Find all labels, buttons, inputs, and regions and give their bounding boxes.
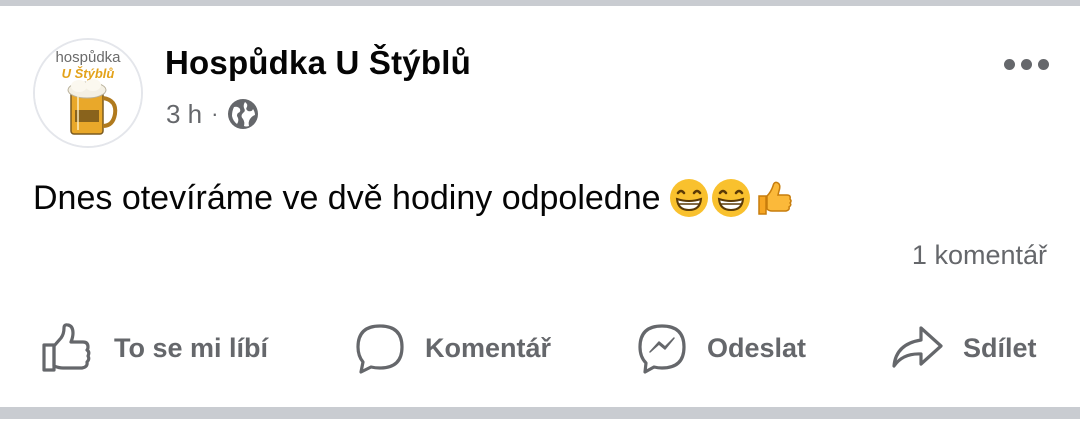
thumbs-up-emoji-icon xyxy=(757,181,792,215)
more-dot-icon xyxy=(1003,58,1015,70)
globe-icon[interactable] xyxy=(227,98,259,130)
post-author-name[interactable]: Hospůdka U Štýblů xyxy=(165,44,471,82)
speech-bubble-icon xyxy=(356,324,404,374)
more-dot-icon xyxy=(1037,58,1049,70)
avatar-logo-line2: U Štýblů xyxy=(62,66,115,81)
comment-button[interactable]: Komentář xyxy=(353,318,551,378)
more-options-button[interactable] xyxy=(996,44,1056,84)
post-body: Dnes otevíráme ve dvě hodiny odpoledne xyxy=(33,178,793,218)
share-button[interactable]: Sdílet xyxy=(889,318,1037,378)
post-meta: 3 h · xyxy=(166,97,259,131)
grinning-face-emoji-icon xyxy=(669,179,708,217)
page-avatar[interactable]: hospůdka U Štýblů xyxy=(33,38,143,148)
post-text: Dnes otevíráme ve dvě hodiny odpoledne xyxy=(33,178,661,217)
grinning-face-emoji-icon xyxy=(711,179,750,217)
meta-separator: · xyxy=(211,101,219,126)
like-button[interactable]: To se mi líbí xyxy=(40,318,268,378)
comment-label: Komentář xyxy=(425,332,552,363)
avatar-logo-line1: hospůdka xyxy=(55,49,121,66)
send-label: Odeslat xyxy=(707,332,807,363)
post-actions-bar: To se mi líbí Komentář Odeslat Sdílet xyxy=(0,318,1080,378)
post-timestamp[interactable]: 3 h xyxy=(166,99,202,130)
comments-count-link[interactable]: 1 komentář xyxy=(912,240,1047,271)
share-arrow-icon xyxy=(892,326,943,368)
thumbs-up-icon xyxy=(42,323,91,372)
send-button[interactable]: Odeslat xyxy=(635,318,806,378)
feed-post: hospůdka U Štýblů Hospůdka U Štýblů 3 h … xyxy=(0,6,1080,407)
messenger-icon xyxy=(638,324,686,374)
like-label: To se mi líbí xyxy=(114,332,269,363)
post-emojis xyxy=(669,178,793,218)
avatar-logo: hospůdka U Štýblů xyxy=(35,40,141,146)
bottom-separator xyxy=(0,407,1080,419)
more-dot-icon xyxy=(1020,58,1032,70)
share-label: Sdílet xyxy=(963,332,1037,363)
